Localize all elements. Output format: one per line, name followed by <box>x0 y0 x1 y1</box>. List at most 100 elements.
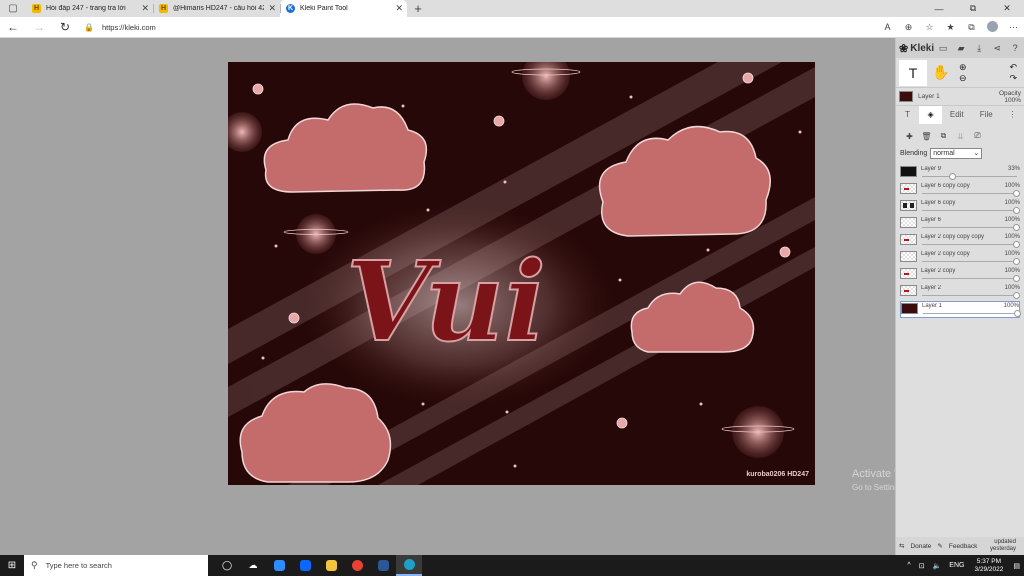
zoom-app-icon[interactable] <box>266 555 292 576</box>
layer-opacity-slider[interactable] <box>922 210 1017 211</box>
network-icon[interactable]: ⊡ <box>919 562 925 570</box>
layer-opacity-slider[interactable] <box>922 176 1017 177</box>
profile-icon[interactable] <box>982 20 1003 34</box>
cloud-bottom-left <box>239 383 392 483</box>
planet <box>228 112 262 152</box>
restore-icon[interactable]: ⧉ <box>956 0 990 17</box>
layer-opacity-handle[interactable] <box>1013 275 1020 282</box>
layer-row[interactable]: Layer 6 copy 100% <box>900 199 1020 216</box>
forward-icon[interactable]: → <box>26 20 52 34</box>
share-icon[interactable]: ⋖ <box>988 43 1006 54</box>
edge-icon[interactable] <box>396 555 422 576</box>
browser-toolbar: A ⊕ ☆ ★ ⧉ ⋯ <box>877 20 1024 34</box>
layer-opacity-slider[interactable] <box>923 313 1016 314</box>
layer-opacity-handle[interactable] <box>949 173 957 180</box>
layer-opacity-slider[interactable] <box>922 193 1017 194</box>
more-options-icon[interactable]: ⋮ <box>1001 106 1024 124</box>
download-icon[interactable]: ⤓ <box>970 43 988 54</box>
volume-icon[interactable]: 🔈 <box>933 562 942 570</box>
notification-icon[interactable]: ▤ <box>1013 562 1020 570</box>
tab-edit[interactable]: Edit <box>942 110 971 119</box>
kleki-favicon-icon: K <box>286 4 295 13</box>
tab-close-icon[interactable]: ✕ <box>268 3 276 14</box>
layer-row[interactable]: Layer 9 33% <box>900 165 1020 182</box>
file-explorer-icon[interactable] <box>318 555 344 576</box>
browser-tab-1[interactable]: H Hỏi đáp 247 - trang tra lời ✕ <box>26 0 153 17</box>
minimize-icon[interactable]: — <box>922 0 956 17</box>
close-window-icon[interactable]: ✕ <box>990 0 1024 17</box>
layer-opacity-handle[interactable] <box>1013 258 1020 265</box>
rename-layer-icon[interactable]: ⎚ <box>969 131 986 141</box>
back-icon[interactable]: ← <box>0 20 26 34</box>
layer-row[interactable]: Layer 2 copy 100% <box>900 267 1020 284</box>
windows-start-icon[interactable]: ⊞ <box>0 560 24 571</box>
layer-opacity-handle[interactable] <box>1014 310 1021 317</box>
layer-opacity-slider[interactable] <box>922 278 1017 279</box>
redo-icon[interactable]: ↷ <box>1009 73 1017 84</box>
tab-actions-icon[interactable]: ▢ <box>0 0 26 17</box>
add-layer-icon[interactable]: ✚ <box>901 132 918 141</box>
task-view-icon[interactable]: ◯ <box>214 555 240 576</box>
collections-icon[interactable]: ⧉ <box>961 22 982 33</box>
hand-tool-icon[interactable]: ✋ <box>927 60 955 86</box>
lang-indicator[interactable]: ENG <box>949 562 964 569</box>
widgets-icon[interactable]: ☁ <box>240 555 266 576</box>
merge-layer-icon[interactable]: ⇊ <box>952 132 969 141</box>
layer-row[interactable]: Layer 1 100% <box>900 301 1021 318</box>
word-icon[interactable] <box>370 555 396 576</box>
read-aloud-icon[interactable]: A <box>877 22 898 32</box>
tab-close-icon[interactable]: ✕ <box>141 3 149 14</box>
layer-opacity-handle[interactable] <box>1013 224 1020 231</box>
artwork-canvas[interactable]: Vui kuroba0206 HD247 <box>228 62 815 485</box>
favorites-icon[interactable]: ★ <box>940 22 961 33</box>
chrome-icon[interactable] <box>344 555 370 576</box>
layers-tab-icon[interactable]: ◈ <box>919 105 943 124</box>
browser-tab-2[interactable]: H @Himaris HD247 - câu hỏi 4220 ✕ <box>153 0 280 17</box>
layer-opacity-slider[interactable] <box>922 244 1017 245</box>
delete-layer-icon[interactable]: 🗑 <box>918 132 935 141</box>
taskbar-clock[interactable]: 5:37 PM 3/29/2022 <box>974 558 1003 574</box>
swap-icon[interactable]: ⇆ <box>899 542 904 550</box>
layer-row[interactable]: Layer 6 100% <box>900 216 1020 233</box>
zoom-icon[interactable]: ⊕ <box>898 22 919 33</box>
help-icon[interactable]: ? <box>1006 43 1024 54</box>
tab-close-icon[interactable]: ✕ <box>395 3 403 14</box>
layer-opacity-handle[interactable] <box>1013 207 1020 214</box>
updated-note[interactable]: updated yesterday <box>990 539 1022 553</box>
layer-opacity-handle[interactable] <box>1013 241 1020 248</box>
blending-select[interactable]: normal <box>930 147 983 159</box>
add-favorite-icon[interactable]: ☆ <box>919 22 940 33</box>
layer-name: Layer 6 copy <box>921 200 956 206</box>
canvas-workspace[interactable]: Vui kuroba0206 HD247 <box>0 38 895 555</box>
new-image-icon[interactable]: ▭ <box>934 43 952 54</box>
duplicate-layer-icon[interactable]: ⧉ <box>935 131 952 141</box>
text-tab-icon[interactable]: T <box>896 106 919 124</box>
layer-opacity-slider[interactable] <box>922 295 1017 296</box>
undo-icon[interactable]: ↶ <box>1009 62 1017 73</box>
browser-tab-3[interactable]: K Kleki Paint Tool ✕ <box>280 0 407 17</box>
refresh-icon[interactable]: ↻ <box>52 20 78 34</box>
open-folder-icon[interactable]: ▰ <box>952 43 970 54</box>
donate-link[interactable]: Donate <box>910 543 931 550</box>
layer-row[interactable]: Layer 2 copy copy 100% <box>900 250 1020 267</box>
layer-opacity-handle[interactable] <box>1013 190 1020 197</box>
layer-row[interactable]: Layer 2 100% <box>900 284 1020 301</box>
zalo-app-icon[interactable] <box>292 555 318 576</box>
layer-row[interactable]: Layer 6 copy copy 100% <box>900 182 1020 199</box>
feedback-link[interactable]: Feedback <box>949 543 978 550</box>
tray-chevron-icon[interactable]: ^ <box>907 562 910 569</box>
kleki-logo[interactable]: ❀ Kleki <box>899 42 934 55</box>
url-field[interactable]: 🔒 https://kleki.com <box>84 19 854 35</box>
text-tool-button[interactable]: T <box>899 59 927 86</box>
layer-row[interactable]: Layer 2 copy copy copy 100% <box>900 233 1020 250</box>
layer-opacity-slider[interactable] <box>922 261 1017 262</box>
zoom-in-icon[interactable]: ⊕ <box>959 62 967 73</box>
layer-opacity: 100% <box>1004 217 1020 223</box>
layer-opacity-handle[interactable] <box>1013 292 1020 299</box>
layer-opacity-slider[interactable] <box>922 227 1017 228</box>
tab-file[interactable]: File <box>972 110 1001 119</box>
new-tab-icon[interactable]: + <box>407 0 429 17</box>
taskbar-search[interactable]: ⚲ Type here to search <box>24 555 208 576</box>
more-icon[interactable]: ⋯ <box>1003 22 1024 33</box>
zoom-out-icon[interactable]: ⊖ <box>959 73 967 84</box>
